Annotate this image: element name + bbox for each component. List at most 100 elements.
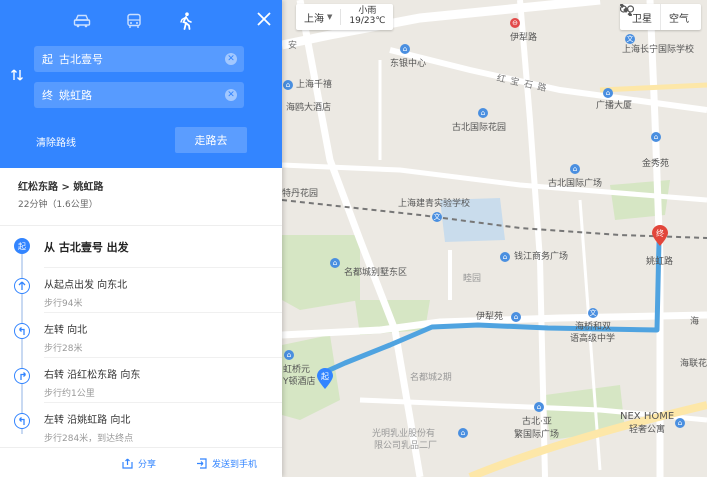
- map-label-yili-road: 伊犁路: [510, 33, 538, 43]
- map-poi-jianqing[interactable]: 文: [432, 212, 442, 222]
- building-icon: ⌂: [570, 164, 580, 174]
- end-marker-label: 终: [656, 228, 664, 238]
- start-marker[interactable]: 起: [316, 368, 334, 390]
- map-poi-school[interactable]: 文: [625, 34, 635, 44]
- map-poi-nex-home[interactable]: ⌂: [675, 418, 685, 428]
- step-item[interactable]: 右转 沿红松东路 向东 步行约1公里: [14, 358, 282, 403]
- air-quality-layer-button[interactable]: 空气: [620, 4, 697, 30]
- route-search-header: 起 古北壹号 ✕ 终 姚虹路 ✕ 清除路线 走路去: [0, 0, 282, 168]
- map-label-guangming-1: 光明乳业股份有: [372, 429, 436, 439]
- city-select[interactable]: 上海 ▼: [296, 9, 342, 25]
- close-icon: [257, 12, 271, 26]
- map-label-mingdu-2: 名都城2期: [410, 373, 452, 383]
- layer-toolbar: 卫星 空气: [620, 4, 701, 30]
- school-icon: 文: [432, 212, 442, 222]
- step-title: 右转 沿红松东路 向东: [44, 370, 141, 381]
- building-icon: ⌂: [603, 88, 613, 98]
- share-icon: [122, 458, 133, 469]
- clear-destination-icon[interactable]: ✕: [225, 89, 237, 101]
- building-icon: ⌂: [534, 402, 544, 412]
- swap-endpoints-button[interactable]: [10, 68, 24, 82]
- route-steps: 起 从 古北壹号 出发 从起点出发 向东北 步行94米 左转 向北 步行28米 …: [0, 226, 282, 448]
- map-label-muyuan: 睦园: [463, 274, 482, 284]
- route-summary[interactable]: 红松东路 > 姚虹路 22分钟（1.6公里）: [0, 168, 282, 226]
- hotel-icon: ⌂: [283, 80, 293, 90]
- turn-left-icon: [14, 413, 30, 429]
- tab-walk[interactable]: [174, 10, 198, 32]
- map-poi-metro[interactable]: ⊖: [510, 18, 520, 28]
- map-poi-building[interactable]: ⌂: [400, 44, 410, 54]
- weather-temp: 19/23℃: [349, 16, 386, 26]
- map-label-guangming-2: 限公司乳品二厂: [374, 441, 438, 451]
- map-label-tedan-garden: 特丹花园: [282, 189, 319, 199]
- school-icon: 文: [625, 34, 635, 44]
- start-marker-label: 起: [321, 371, 329, 381]
- map-label-gubei-garden: 古北国际花园: [452, 123, 507, 133]
- end-marker[interactable]: 终: [651, 225, 669, 247]
- clear-origin-icon[interactable]: ✕: [225, 53, 237, 65]
- residence-icon: ⌂: [511, 312, 521, 322]
- share-button[interactable]: 分享: [122, 457, 156, 470]
- map-poi-hilton[interactable]: ⌂: [284, 350, 294, 360]
- hotel-icon: ⌂: [284, 350, 294, 360]
- caret-down-icon: ▼: [327, 13, 333, 21]
- step-title: 从起点出发 向东北: [44, 280, 128, 291]
- map-label-an: 安: [288, 41, 298, 51]
- city-weather-bar: 上海 ▼ 小雨 19/23℃: [296, 4, 394, 30]
- steps-rail: [21, 244, 23, 434]
- map-label-haiqiao: 海桥和双: [575, 322, 612, 332]
- map-poi-mingdu[interactable]: ⌂: [330, 258, 340, 268]
- step-start[interactable]: 起 从 古北壹号 出发: [14, 226, 282, 268]
- map-label-high-school: 语高级中学: [570, 334, 616, 344]
- step-distance: 步行28米: [44, 344, 83, 354]
- arrow-up-icon: [14, 278, 30, 294]
- walk-go-button[interactable]: 走路去: [175, 127, 247, 153]
- step-title: 从 古北壹号 出发: [44, 241, 129, 254]
- route-name: 红松东路 > 姚虹路: [18, 182, 104, 193]
- map-label-hongqiao: 虹桥元: [283, 365, 311, 375]
- map-label-mingdu-east: 名都城别墅东区: [344, 268, 408, 278]
- weather-widget[interactable]: 小雨 19/23℃: [341, 6, 393, 27]
- tab-drive[interactable]: [70, 10, 94, 32]
- step-item[interactable]: 左转 向北 步行28米: [14, 313, 282, 358]
- map-poi-qianjiang[interactable]: ⌂: [500, 252, 510, 262]
- step-item[interactable]: 左转 沿姚虹路 向北 步行284米，到达终点: [14, 403, 282, 448]
- map-label-jianqing-school: 上海建青实验学校: [398, 199, 471, 209]
- map-label-jinxiu-yuan: 金秀苑: [642, 159, 670, 169]
- close-button[interactable]: [256, 11, 272, 27]
- school-icon: 文: [588, 308, 598, 318]
- map-label-fan-plaza: 繁国际广场: [514, 430, 560, 440]
- start-badge-icon: 起: [14, 238, 30, 254]
- building-icon: ⌂: [675, 418, 685, 428]
- map-poi-gubei-garden[interactable]: ⌂: [478, 108, 488, 118]
- map-label-gubei-ya: 古北·亚: [522, 417, 552, 427]
- step-item[interactable]: 从起点出发 向东北 步行94米: [14, 268, 282, 313]
- map-poi-guangming[interactable]: ⌂: [458, 428, 468, 438]
- destination-value: 姚虹路: [59, 89, 92, 102]
- step-title: 左转 沿姚虹路 向北: [44, 415, 131, 426]
- air-quality-layer-label: 空气: [669, 13, 689, 25]
- residence-icon: ⌂: [330, 258, 340, 268]
- map-poi-jinxiu[interactable]: ⌂: [651, 132, 661, 142]
- map-label-hilton: Y顿酒店: [283, 377, 316, 387]
- map-poi-broadcast[interactable]: ⌂: [603, 88, 613, 98]
- map-poi-hotel[interactable]: ⌂: [283, 80, 293, 90]
- destination-input[interactable]: 终 姚虹路 ✕: [34, 82, 244, 108]
- clear-route-link[interactable]: 清除路线: [36, 134, 76, 149]
- map-poi-highschool[interactable]: 文: [588, 308, 598, 318]
- car-icon: [73, 14, 91, 28]
- tab-bus[interactable]: [122, 10, 146, 32]
- building-icon: ⌂: [500, 252, 510, 262]
- share-label: 分享: [138, 460, 157, 470]
- panel-footer: 分享 发送到手机: [0, 447, 282, 477]
- send-to-phone-button[interactable]: 发送到手机: [196, 457, 257, 470]
- map-poi-gubei-plaza[interactable]: ⌂: [570, 164, 580, 174]
- map-poi-gubei-ya[interactable]: ⌂: [534, 402, 544, 412]
- map-label-nex-home: NEX HOME: [620, 411, 675, 422]
- city-name: 上海: [304, 13, 324, 25]
- walk-icon: [180, 12, 192, 30]
- map-label-hailian: 海联花: [680, 359, 707, 369]
- map-label-yaohong-road: 姚虹路: [646, 257, 674, 267]
- map-poi-yili-yuan[interactable]: ⌂: [511, 312, 521, 322]
- origin-input[interactable]: 起 古北壹号 ✕: [34, 46, 244, 72]
